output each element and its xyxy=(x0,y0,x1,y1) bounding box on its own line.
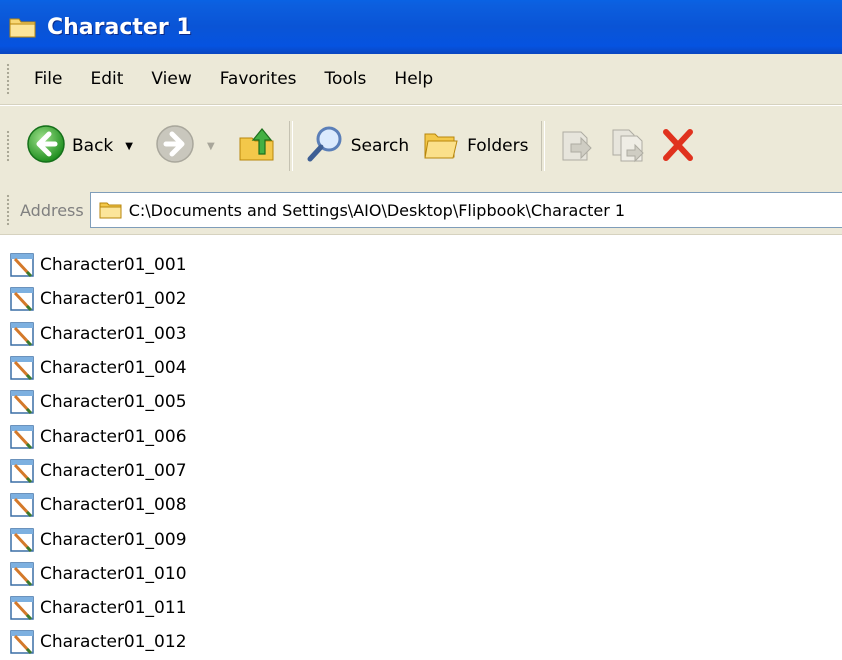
file-name: Character01_001 xyxy=(40,255,187,276)
back-arrow-icon xyxy=(26,124,66,169)
paint-file-icon xyxy=(10,459,34,483)
file-item[interactable]: Character01_002 xyxy=(10,282,187,316)
file-name: Character01_012 xyxy=(40,632,187,653)
up-folder-button[interactable] xyxy=(231,119,283,173)
up-folder-icon xyxy=(237,124,277,169)
toolbar-separator xyxy=(288,121,293,171)
file-name: Character01_008 xyxy=(40,495,187,516)
paint-file-icon xyxy=(10,390,34,415)
folders-label: Folders xyxy=(467,136,529,156)
file-item[interactable]: Character01_009 xyxy=(10,522,187,556)
folder-icon xyxy=(99,200,123,220)
file-item[interactable]: Character01_001 xyxy=(10,248,187,282)
file-name: Character01_007 xyxy=(40,460,187,481)
folder-icon xyxy=(9,13,37,41)
delete-x-icon xyxy=(661,124,695,169)
toolbar-grip[interactable] xyxy=(6,130,10,162)
move-to-button[interactable] xyxy=(551,119,603,173)
folders-icon xyxy=(421,124,461,169)
menu-view[interactable]: View xyxy=(137,69,205,89)
file-name: Character01_004 xyxy=(40,358,187,379)
paint-file-icon xyxy=(10,253,34,278)
menu-help[interactable]: Help xyxy=(380,69,447,89)
standard-toolbar: Back ▼ ▼ Search Folders xyxy=(0,105,842,187)
forward-button[interactable]: ▼ xyxy=(149,119,231,173)
toolbar-grip[interactable] xyxy=(6,63,10,95)
file-item[interactable]: Character01_005 xyxy=(10,385,187,419)
address-label: Address xyxy=(20,200,84,220)
paint-file-icon xyxy=(10,424,34,449)
paint-file-icon xyxy=(10,630,34,655)
back-label: Back xyxy=(72,136,114,156)
file-item[interactable]: Character01_004 xyxy=(10,351,187,385)
back-button[interactable]: Back ▼ xyxy=(20,119,149,173)
delete-button[interactable] xyxy=(655,119,701,173)
file-item[interactable]: Character01_012 xyxy=(10,625,187,659)
file-list: Character01_001 Character01_002 Characte… xyxy=(10,248,187,660)
forward-dropdown-icon[interactable]: ▼ xyxy=(207,141,215,152)
menu-bar: File Edit View Favorites Tools Help xyxy=(0,54,842,105)
menu-tools[interactable]: Tools xyxy=(311,69,381,89)
paint-file-icon xyxy=(10,321,34,346)
file-name: Character01_006 xyxy=(40,426,187,447)
file-name: Character01_010 xyxy=(40,563,187,584)
paint-file-icon xyxy=(10,562,34,586)
menu-edit[interactable]: Edit xyxy=(76,69,137,89)
menu-file[interactable]: File xyxy=(20,69,76,89)
search-label: Search xyxy=(350,136,410,156)
file-item[interactable]: Character01_007 xyxy=(10,454,187,488)
file-item[interactable]: Character01_003 xyxy=(10,317,187,351)
file-item[interactable]: Character01_008 xyxy=(10,488,187,522)
search-button[interactable]: Search xyxy=(299,119,415,173)
file-item[interactable]: Character01_006 xyxy=(10,419,187,453)
move-to-icon xyxy=(557,124,597,169)
file-item[interactable]: Character01_011 xyxy=(10,591,187,625)
menu-favorites[interactable]: Favorites xyxy=(206,69,311,89)
search-icon xyxy=(305,124,345,169)
address-bar: Address C:\Documents and Settings\AIO\De… xyxy=(0,186,842,235)
address-path: C:\Documents and Settings\AIO\Desktop\Fl… xyxy=(128,200,626,220)
folders-button[interactable]: Folders xyxy=(415,119,534,173)
forward-arrow-icon xyxy=(155,124,195,169)
copy-to-icon xyxy=(609,124,649,169)
file-name: Character01_002 xyxy=(40,289,187,310)
paint-file-icon xyxy=(10,287,34,312)
file-item[interactable]: Character01_010 xyxy=(10,557,187,591)
file-name: Character01_003 xyxy=(40,323,187,344)
paint-file-icon xyxy=(10,527,34,552)
title-bar[interactable]: Character 1 xyxy=(0,0,842,54)
file-name: Character01_005 xyxy=(40,392,187,413)
copy-to-button[interactable] xyxy=(603,119,655,173)
back-dropdown-icon[interactable]: ▼ xyxy=(125,141,133,152)
toolbar-grip[interactable] xyxy=(6,194,10,226)
window-title: Character 1 xyxy=(47,14,192,40)
file-name: Character01_011 xyxy=(40,598,187,619)
paint-file-icon xyxy=(10,493,34,518)
paint-file-icon xyxy=(10,596,34,621)
address-input[interactable]: C:\Documents and Settings\AIO\Desktop\Fl… xyxy=(89,192,842,228)
toolbar-separator xyxy=(540,121,545,171)
paint-file-icon xyxy=(10,356,34,381)
file-name: Character01_009 xyxy=(40,529,187,550)
